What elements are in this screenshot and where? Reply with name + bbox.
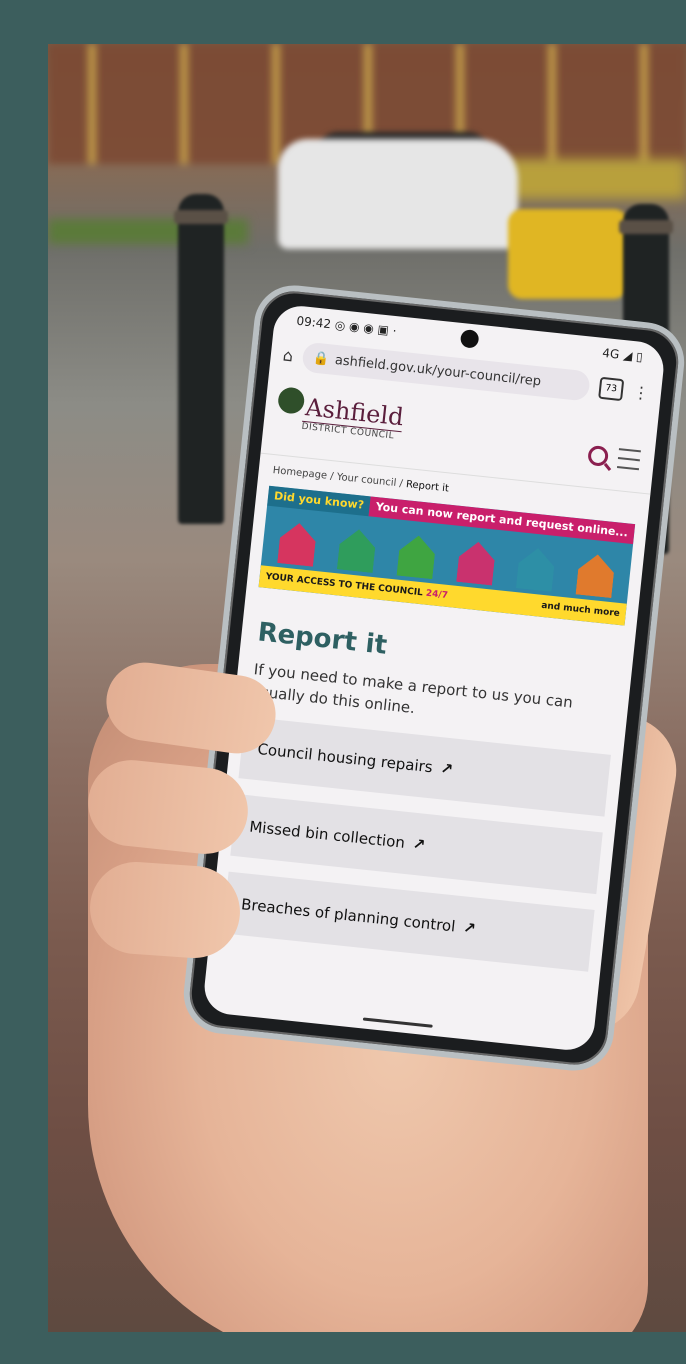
house-icon (576, 553, 616, 599)
breadcrumb-home[interactable]: Homepage (272, 465, 327, 482)
council-logo[interactable]: Ashfield DISTRICT COUNCIL (276, 386, 405, 443)
house-icon (516, 546, 556, 592)
link-label: Missed bin collection (248, 817, 406, 852)
breadcrumb-separator: / (329, 471, 335, 483)
battery-icon: ▯ (635, 349, 644, 365)
finger-ring (86, 858, 244, 962)
external-link-icon: ↗ (411, 834, 427, 854)
phone-screen: 09:42 ◎ ◉ ◉ ▣ · 4G ◢ ▯ ⌂ 🔒 ashfield.gov.… (201, 303, 667, 1053)
status-time: 09:42 (295, 313, 332, 332)
breadcrumb-separator: / (398, 478, 404, 490)
house-icon (337, 527, 377, 573)
banner-footer-right: and much more (540, 600, 621, 620)
house-icon (277, 521, 317, 567)
breadcrumb-your-council[interactable]: Your council (336, 472, 397, 489)
bollard-left (174, 194, 228, 524)
background-yellow-bin (508, 209, 628, 299)
external-link-icon: ↗ (439, 758, 455, 778)
browser-menu-icon[interactable]: ⋮ (632, 382, 650, 403)
link-label: Breaches of planning control (240, 894, 457, 936)
network-label: 4G (601, 345, 621, 362)
hamburger-menu-icon[interactable] (616, 448, 641, 471)
home-icon[interactable]: ⌂ (282, 345, 294, 365)
external-link-icon: ↗ (462, 917, 477, 938)
house-icon (397, 534, 437, 580)
tab-switcher-button[interactable]: 73 (598, 376, 625, 402)
breadcrumb-current: Report it (405, 479, 450, 495)
notification-icons: ◎ ◉ ◉ ▣ · (334, 317, 398, 339)
search-icon[interactable] (587, 444, 610, 467)
signal-icon: ◢ (622, 348, 634, 363)
tree-icon (276, 386, 306, 415)
lock-icon: 🔒 (312, 350, 330, 367)
background-photo: 09:42 ◎ ◉ ◉ ▣ · 4G ◢ ▯ ⌂ 🔒 ashfield.gov.… (48, 44, 686, 1332)
main-content: Report it If you need to make a report t… (207, 586, 637, 1004)
gesture-bar[interactable] (362, 1017, 433, 1028)
smartphone: 09:42 ◎ ◉ ◉ ▣ · 4G ◢ ▯ ⌂ 🔒 ashfield.gov.… (179, 281, 686, 1075)
link-label: Council housing repairs (256, 739, 434, 776)
background-car (278, 139, 518, 249)
banner-hours: 24/7 (425, 588, 449, 601)
house-icon (456, 540, 496, 586)
